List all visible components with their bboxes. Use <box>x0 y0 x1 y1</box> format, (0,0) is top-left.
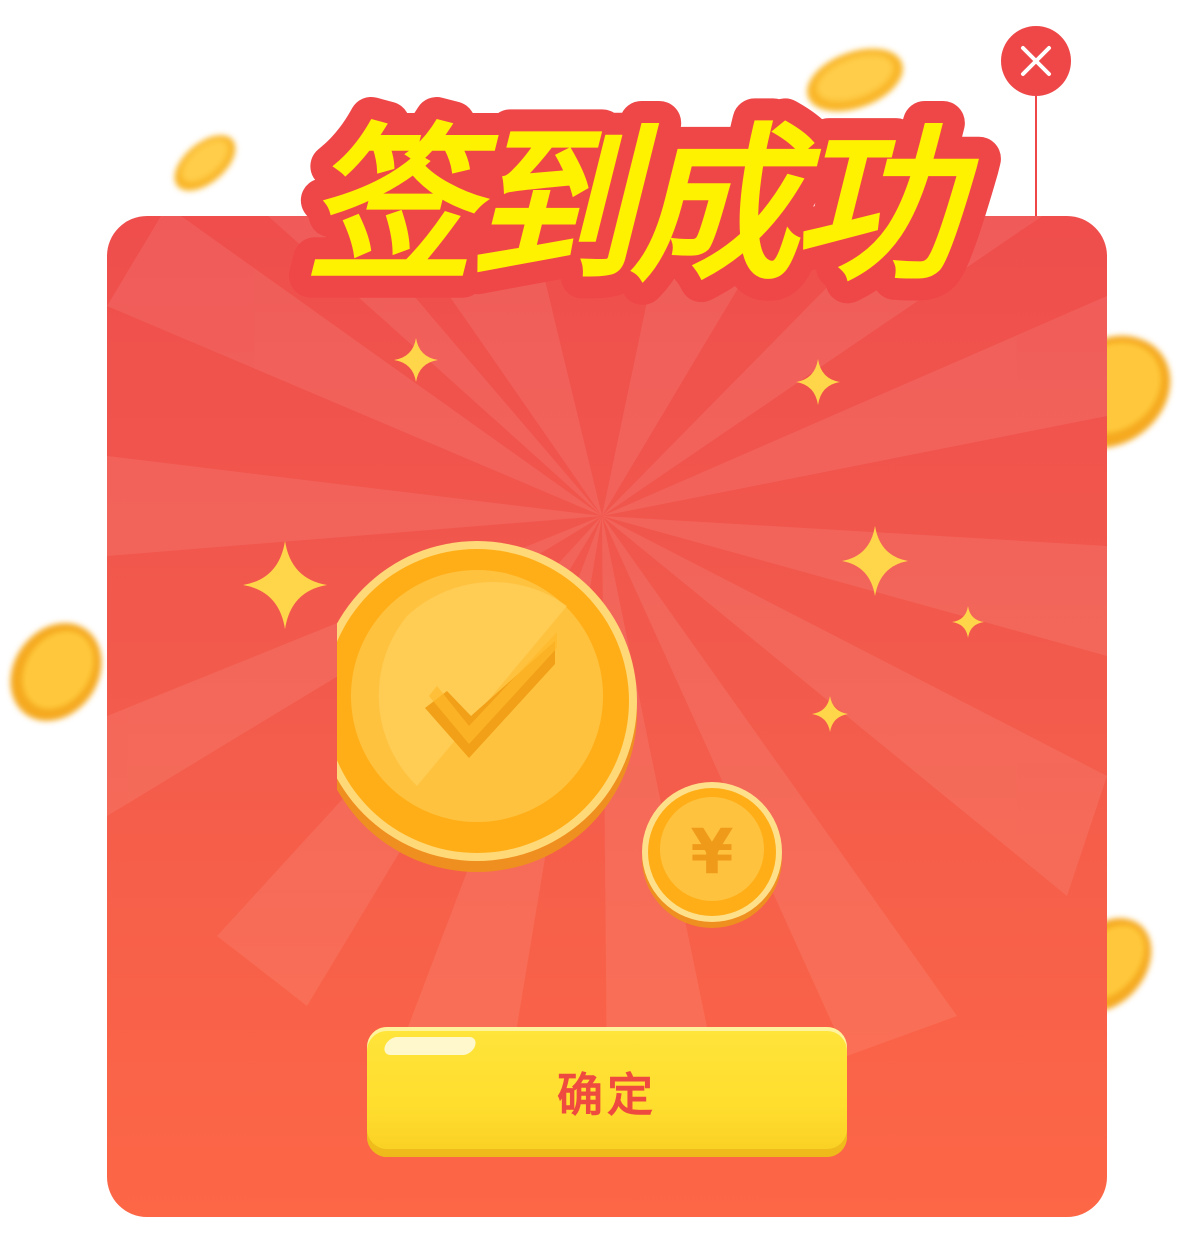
close-string <box>1035 96 1037 218</box>
page-title: 签到成功 签到成功 <box>284 92 1007 312</box>
sparkle-icon <box>812 696 848 732</box>
yen-coin-icon: ¥ <box>642 782 782 928</box>
sparkle-icon <box>796 359 840 405</box>
confirm-button-label: 确定 <box>557 1068 657 1122</box>
svg-text:签到成功: 签到成功 <box>306 108 979 304</box>
checkmark-coin-icon <box>337 541 637 872</box>
sparkle-icon <box>842 526 908 596</box>
floating-coin-icon <box>10 623 102 721</box>
sign-in-success-overlay: ¥ 签到成功 签到成功 确定 <box>0 0 1179 1248</box>
sparkle-icon <box>394 338 438 382</box>
floating-coin-icon <box>174 135 236 191</box>
svg-text:¥: ¥ <box>690 815 733 888</box>
sparkle-icon <box>952 606 984 638</box>
coin-illustration: ¥ <box>337 541 782 928</box>
close-icon <box>1021 46 1051 76</box>
close-button[interactable] <box>1001 26 1071 96</box>
confirm-button[interactable]: 确定 <box>367 1027 847 1157</box>
sparkle-icon <box>243 541 327 629</box>
